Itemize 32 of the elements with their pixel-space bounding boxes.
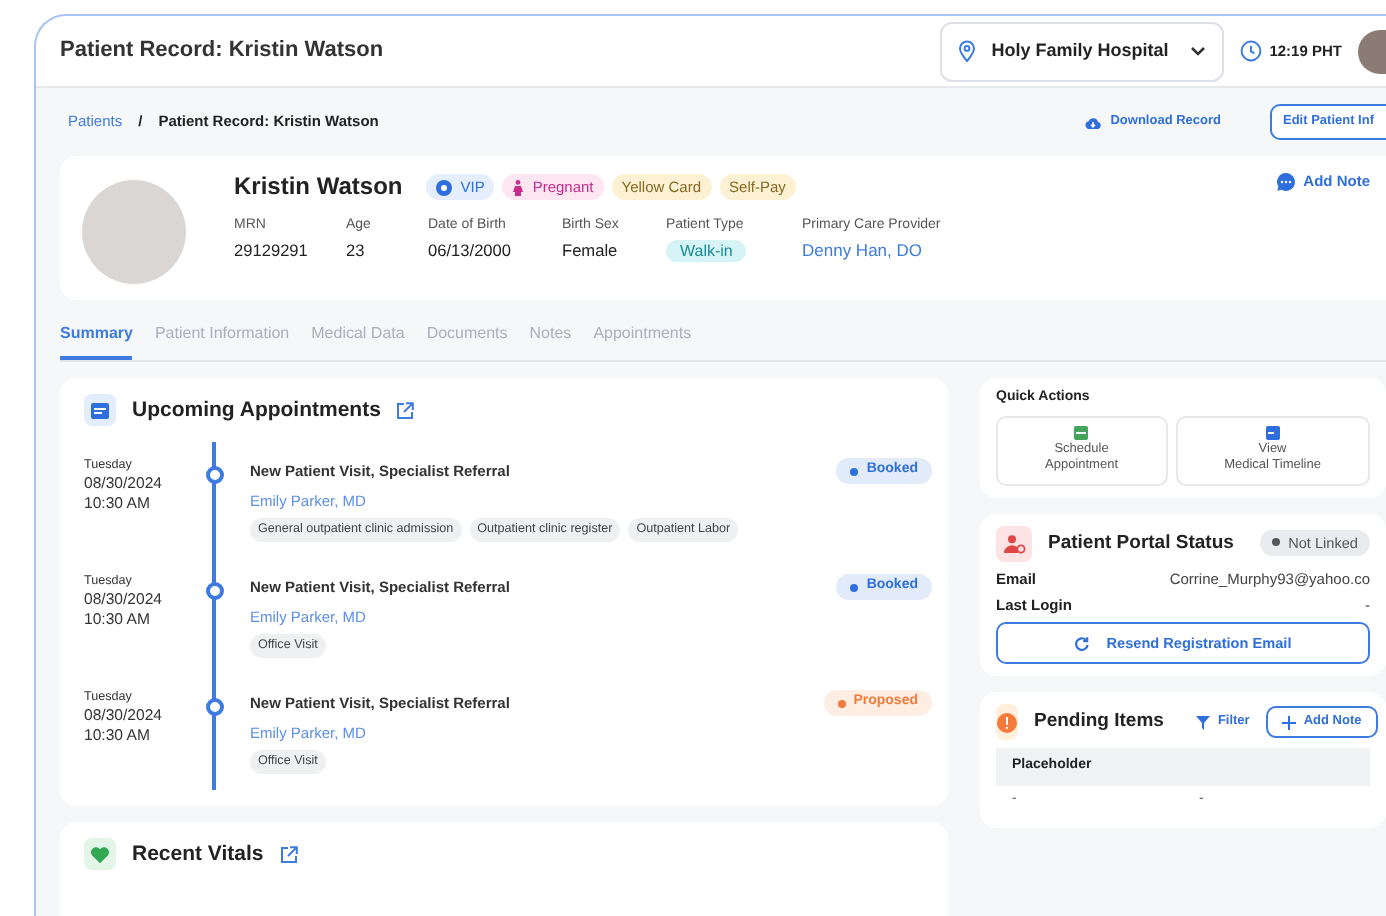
panel-title: Pending Items bbox=[1034, 710, 1164, 735]
location-dropdown[interactable]: Holy Family Hospital bbox=[939, 21, 1224, 82]
external-link-icon[interactable] bbox=[279, 845, 298, 864]
external-link-icon[interactable] bbox=[396, 401, 415, 420]
alert-icon bbox=[996, 704, 1018, 741]
field-value: 23 bbox=[346, 239, 367, 261]
refresh-icon bbox=[1074, 635, 1091, 652]
calendar-icon bbox=[1074, 425, 1089, 440]
panel-title: Upcoming Appointments bbox=[132, 397, 381, 424]
patient-name: Kristin Watson bbox=[234, 172, 403, 203]
filter-icon bbox=[1195, 715, 1210, 730]
location-pin-icon bbox=[957, 40, 976, 63]
page-title: Patient Record: Kristin Watson bbox=[60, 37, 386, 65]
tab[interactable]: Summary bbox=[60, 324, 133, 361]
field-value: 06/13/2000 bbox=[428, 239, 514, 261]
user-sync-icon bbox=[996, 525, 1032, 561]
panel-title: Patient Portal Status bbox=[1048, 531, 1236, 555]
timeline-calendar-icon bbox=[1265, 425, 1280, 440]
field-value: 29129291 bbox=[234, 239, 310, 261]
status-dot-icon bbox=[1272, 538, 1281, 547]
clock-icon bbox=[1239, 40, 1262, 63]
panel-title: Recent Vitals bbox=[132, 841, 264, 868]
field-value: Female bbox=[562, 239, 620, 261]
patient-type-pill: Walk-in bbox=[666, 239, 747, 262]
chevron-down-icon bbox=[1189, 46, 1206, 57]
chat-bubble-icon bbox=[1275, 172, 1296, 193]
provider-link[interactable]: Denny Han, DO bbox=[802, 239, 922, 260]
pregnant-icon bbox=[512, 179, 525, 196]
plus-icon bbox=[1281, 715, 1296, 730]
cloud-download-icon bbox=[1084, 115, 1103, 130]
calendar-icon bbox=[84, 394, 116, 427]
user-avatar[interactable] bbox=[1358, 29, 1386, 74]
